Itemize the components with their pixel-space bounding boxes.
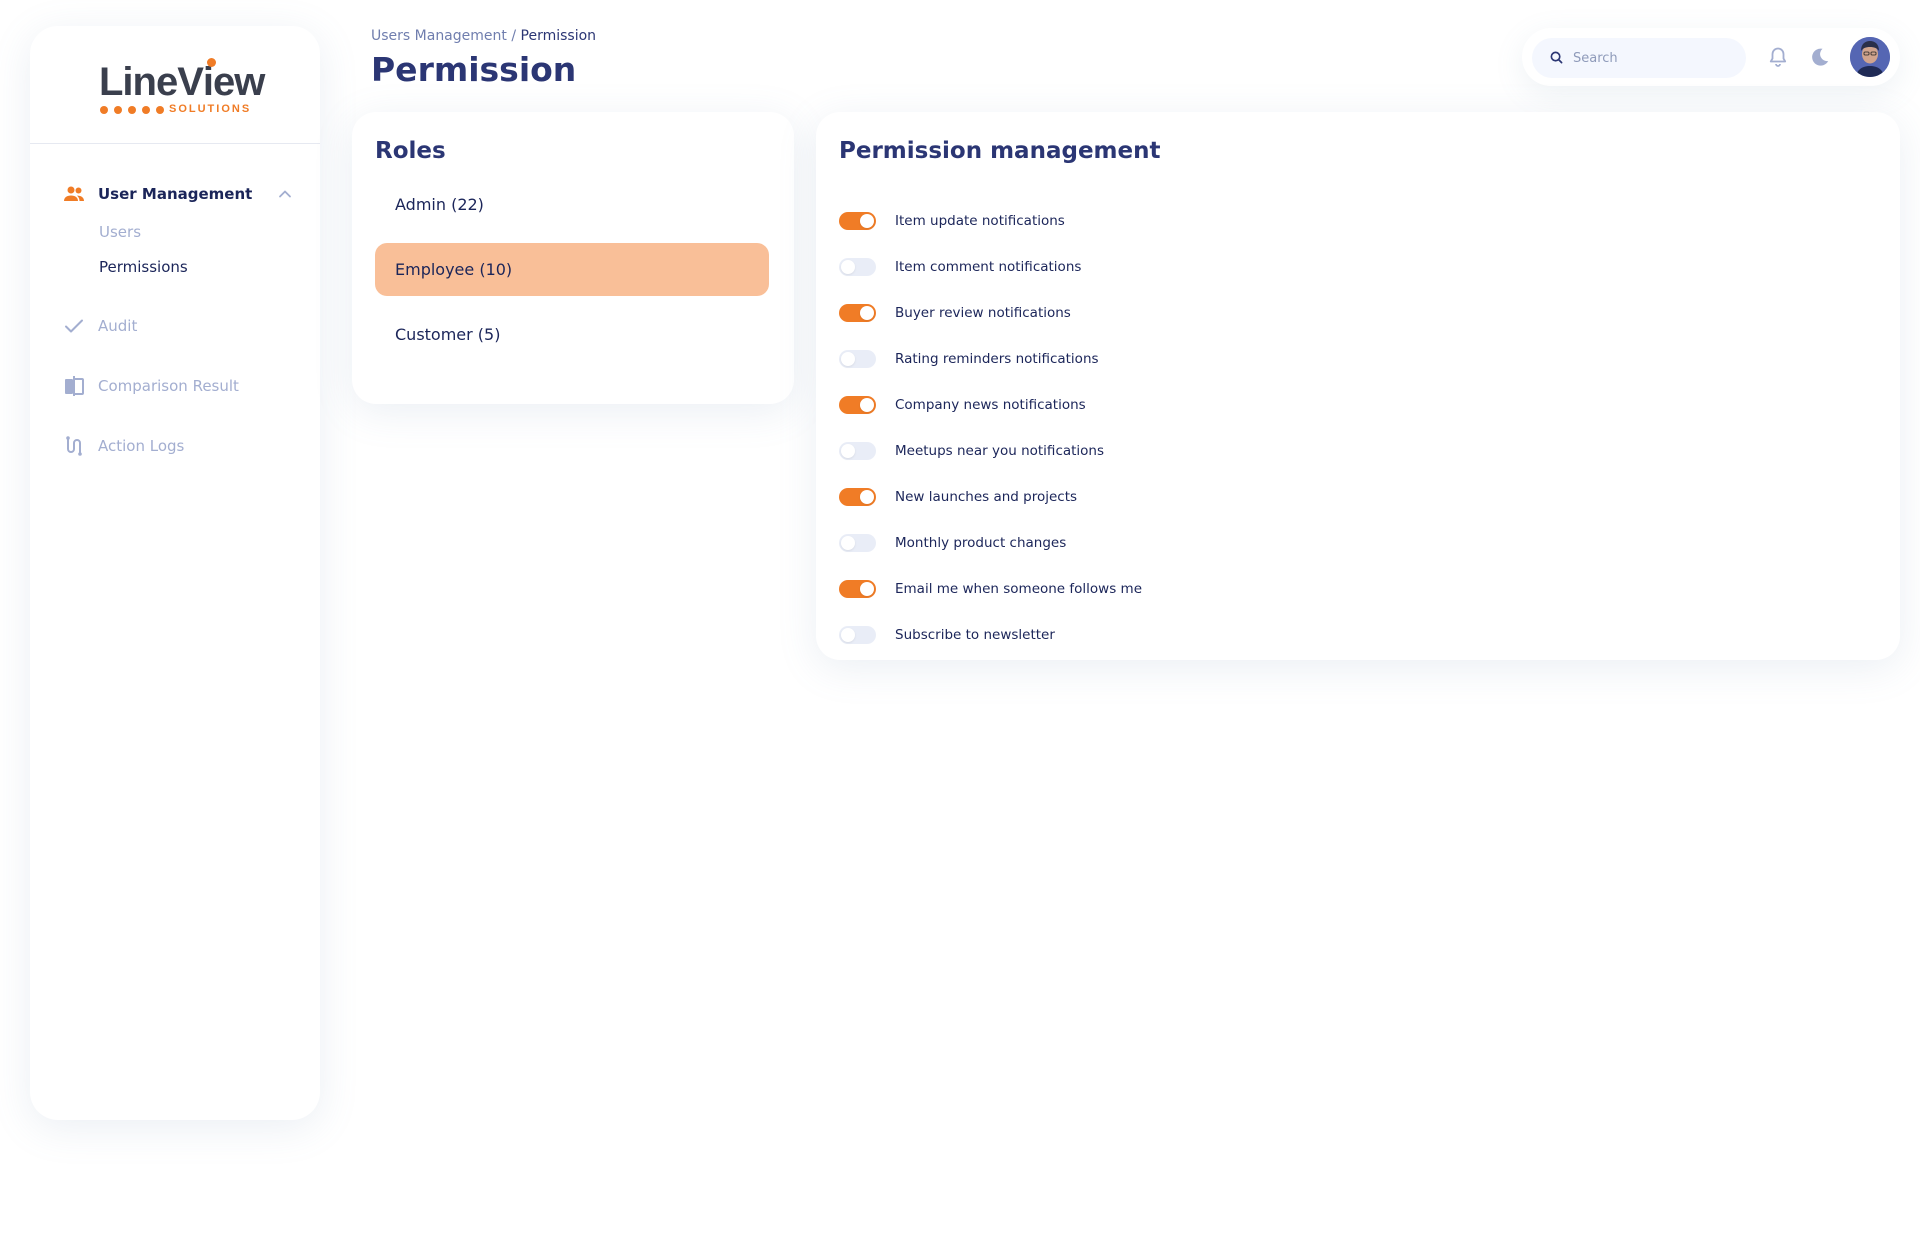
roles-card: Roles Admin (22) Employee (10) Customer … [352,112,794,404]
permission-toggle[interactable] [839,396,876,414]
search-input[interactable] [1573,50,1733,66]
permission-row: Rating reminders notifications [839,336,1142,382]
roles-title: Roles [375,138,446,164]
permission-label: Rating reminders notifications [895,351,1099,367]
permission-label: Item update notifications [895,213,1065,229]
moon-icon[interactable] [1808,45,1832,69]
permission-row: Meetups near you notifications [839,428,1142,474]
permission-label: Buyer review notifications [895,305,1071,321]
permission-row: Email me when someone follows me [839,566,1142,612]
logo-subtitle: SOLUTIONS [169,102,252,115]
logo-mark: LineV iew SOLUTIONS [85,50,265,120]
permission-label: Meetups near you notifications [895,443,1105,459]
role-item-employee[interactable]: Employee (10) [375,243,769,296]
topbar [1522,28,1900,86]
role-item-admin[interactable]: Admin (22) [375,178,769,231]
check-icon [62,314,86,338]
permission-label: Subscribe to newsletter [895,627,1055,643]
compare-icon [62,374,86,398]
sidebar-subitem-permissions[interactable]: Permissions [30,249,320,284]
search-box[interactable] [1532,38,1746,78]
page-title: Permission [371,50,577,89]
sidebar-item-audit[interactable]: Audit [30,306,320,346]
permission-toggle[interactable] [839,626,876,644]
permission-row: Monthly product changes [839,520,1142,566]
sidebar-item-user-management[interactable]: User Management [30,174,320,214]
sidebar-item-label: Audit [98,317,138,335]
permission-label: Item comment notifications [895,259,1082,275]
permission-label: Monthly product changes [895,535,1067,551]
users-icon [62,182,86,206]
sidebar-item-label: User Management [98,185,253,203]
chevron-up-icon[interactable] [278,186,292,205]
logo[interactable]: LineV iew SOLUTIONS [30,26,320,144]
permission-toggle[interactable] [839,442,876,460]
permission-management-title: Permission management [839,138,1161,164]
permission-toggle[interactable] [839,258,876,276]
logo-wordmark: LineV iew [99,57,265,104]
avatar[interactable] [1850,37,1890,77]
permission-row: Company news notifications [839,382,1142,428]
permission-row: Subscribe to newsletter [839,612,1142,658]
permission-toggle[interactable] [839,488,876,506]
permission-toggle[interactable] [839,534,876,552]
sidebar: LineV iew SOLUTIONS User Management Users… [30,26,320,1120]
permission-management-card: Permission management Item update notifi… [816,112,1900,660]
permission-row: Item comment notifications [839,244,1142,290]
permission-label: New launches and projects [895,489,1078,505]
search-icon [1550,49,1563,68]
sidebar-nav: User Management Users Permissions Audit … [30,144,320,466]
permission-toggle[interactable] [839,212,876,230]
role-item-customer[interactable]: Customer (5) [375,308,769,361]
breadcrumb: Users Management / Permission [371,28,596,44]
permission-toggle[interactable] [839,350,876,368]
sidebar-item-action-logs[interactable]: Action Logs [30,426,320,466]
bell-icon[interactable] [1766,45,1790,69]
permission-row: Item update notifications [839,198,1142,244]
sidebar-subitem-users[interactable]: Users [30,214,320,249]
sidebar-item-label: Action Logs [98,437,185,455]
permission-toggle[interactable] [839,580,876,598]
permission-row: Buyer review notifications [839,290,1142,336]
permission-label: Email me when someone follows me [895,581,1143,597]
permission-row: New launches and projects [839,474,1142,520]
permission-label: Company news notifications [895,397,1086,413]
breadcrumb-current: Permission [520,28,597,44]
breadcrumb-separator: / [506,28,521,44]
route-icon [62,434,86,458]
logo-dots [100,105,164,114]
sidebar-item-label: Comparison Result [98,377,239,395]
permission-list: Item update notifications Item comment n… [839,198,1142,658]
role-list: Admin (22) Employee (10) Customer (5) [375,178,769,373]
permission-toggle[interactable] [839,304,876,322]
breadcrumb-parent[interactable]: Users Management [371,28,507,44]
sidebar-item-comparison-result[interactable]: Comparison Result [30,366,320,406]
